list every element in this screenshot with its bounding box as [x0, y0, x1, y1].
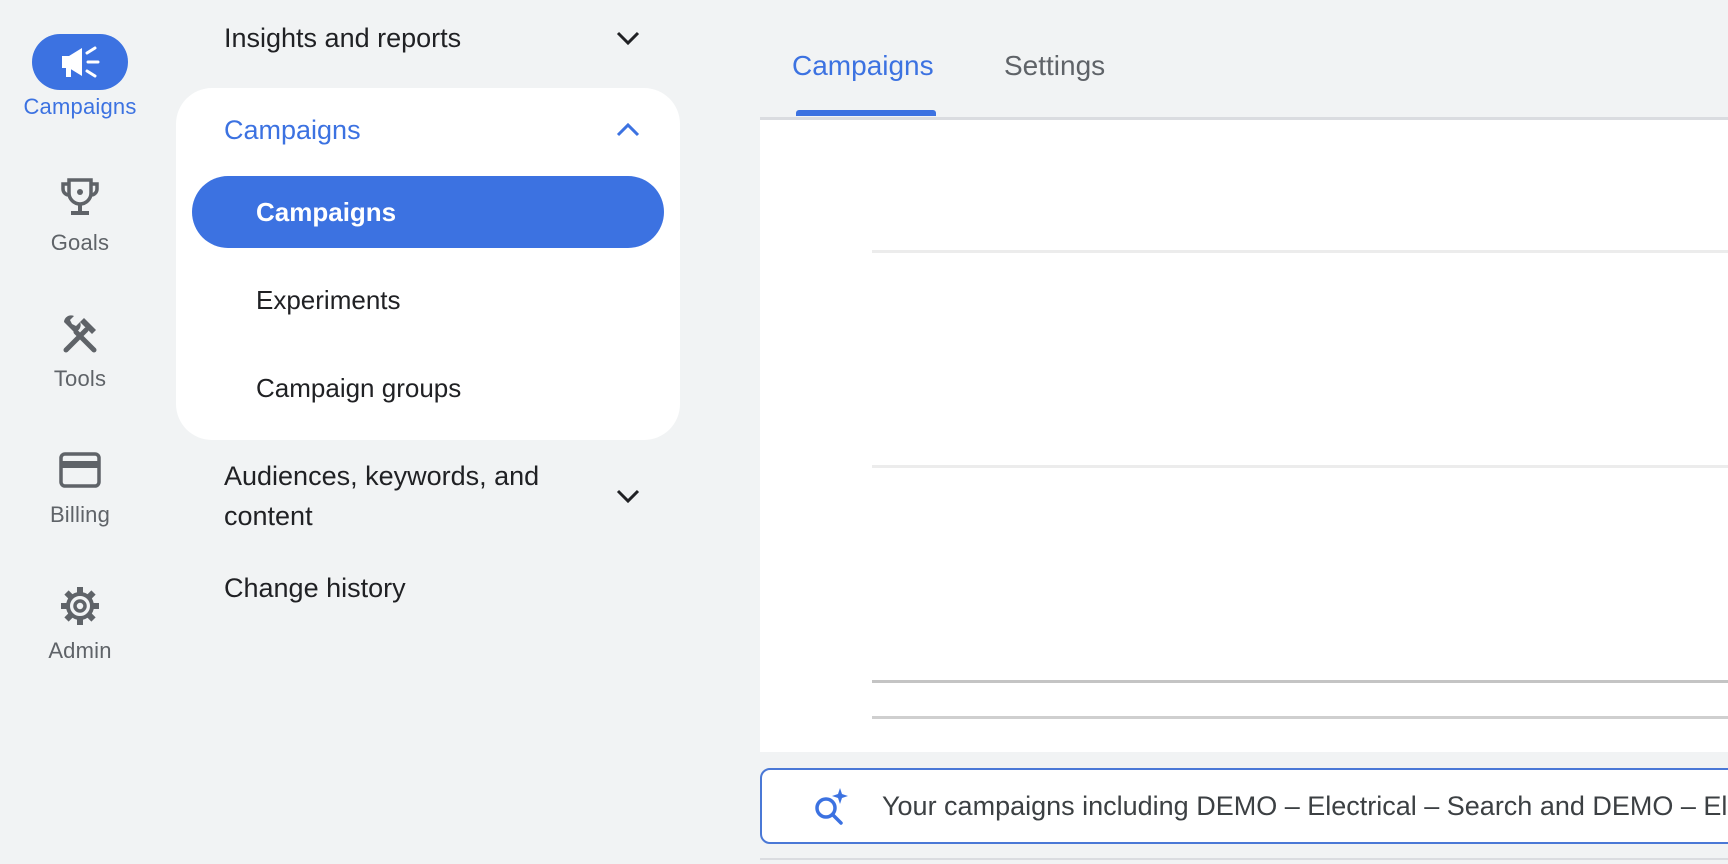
divider: [760, 858, 1728, 860]
gridline: [872, 250, 1728, 253]
rail-item-admin[interactable]: Admin: [0, 578, 160, 664]
nav-item-insights-and-reports[interactable]: Insights and reports: [224, 18, 644, 58]
credit-card-icon: [59, 452, 101, 488]
nav-item-label: Insights and reports: [224, 22, 462, 53]
tab-campaigns[interactable]: Campaigns: [792, 50, 934, 82]
nav-subitem-campaign-groups[interactable]: Campaign groups: [192, 352, 664, 424]
nav-subitem-label: Campaign groups: [256, 372, 462, 403]
nav-subitem-label: Experiments: [256, 284, 401, 315]
ai-summary-bar[interactable]: Your campaigns including DEMO – Electric…: [760, 768, 1728, 844]
navigation-panel: Insights and reports Campaigns Campaigns…: [176, 0, 680, 864]
rail-icon-container: [32, 170, 128, 226]
nav-subitem-experiments[interactable]: Experiments: [192, 264, 664, 336]
rail-item-goals[interactable]: Goals: [0, 170, 160, 256]
rail-icon-container: [32, 442, 128, 498]
main-content: Campaigns Settings Your campaigns includ…: [760, 0, 1728, 864]
summary-text: Your campaigns including DEMO – Electric…: [882, 790, 1728, 821]
nav-section-label: Campaigns: [224, 114, 361, 145]
nav-item-audiences-keywords-content[interactable]: Audiences, keywords, and content: [224, 456, 644, 536]
chevron-up-icon: [616, 122, 640, 137]
campaigns-section-card: Campaigns Campaigns Experiments Campaign…: [176, 88, 680, 440]
nav-subitem-label: Campaigns: [256, 196, 397, 227]
rail-item-billing[interactable]: Billing: [0, 442, 160, 528]
nav-item-label: Audiences, keywords, and content: [224, 461, 540, 531]
navigation-rail: Campaigns Goals Tools Billing Admin: [0, 0, 160, 864]
chart-panel: [760, 120, 1728, 752]
gridline: [872, 716, 1728, 719]
tab-bar: Campaigns Settings: [760, 0, 1728, 120]
nav-item-change-history[interactable]: Change history: [224, 568, 644, 608]
gridline: [872, 465, 1728, 468]
rail-label: Goals: [50, 230, 110, 255]
nav-item-label: Change history: [224, 572, 406, 603]
sparkle-search-icon: [815, 788, 848, 825]
rail-icon-container: [32, 34, 128, 90]
rail-label: Admin: [48, 638, 112, 663]
axis-line: [872, 680, 1728, 683]
rail-label: Billing: [49, 502, 111, 527]
rail-icon-container: [32, 306, 128, 362]
active-tab-indicator: [796, 110, 936, 116]
gear-icon: [61, 587, 99, 625]
nav-subitem-campaigns[interactable]: Campaigns: [192, 176, 664, 248]
tools-icon: [63, 315, 97, 353]
rail-item-campaigns[interactable]: Campaigns: [0, 34, 160, 120]
rail-label: Campaigns: [23, 94, 137, 119]
megaphone-icon: [62, 46, 100, 78]
nav-section-campaigns[interactable]: Campaigns: [224, 106, 644, 154]
chevron-down-icon: [616, 489, 640, 504]
rail-icon-container: [32, 578, 128, 634]
rail-item-tools[interactable]: Tools: [0, 306, 160, 392]
trophy-icon: [61, 178, 99, 215]
tab-settings[interactable]: Settings: [1004, 50, 1105, 82]
chevron-down-icon: [616, 31, 640, 46]
rail-label: Tools: [53, 366, 107, 391]
